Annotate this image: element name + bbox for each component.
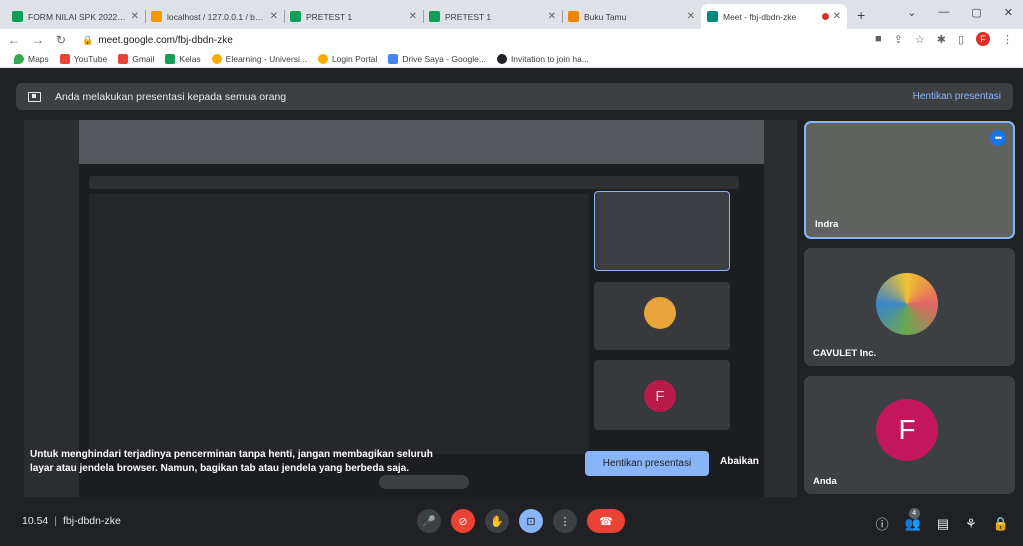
host-controls-icon[interactable]: 🔒 (993, 516, 1009, 532)
ignore-button[interactable]: Abaikan (720, 456, 759, 467)
mirrored-avatar-f: F (644, 380, 676, 412)
sidepanel-icon[interactable]: ▯ (958, 33, 964, 46)
activities-icon[interactable]: ⚘ (965, 516, 977, 532)
participant-avatar-f: F (876, 399, 938, 461)
stop-presenting-link[interactable]: Hentikan presentasi (913, 91, 1001, 102)
mirrored-share (89, 194, 589, 454)
mirroring-notice: Untuk menghindari terjadinya pencerminan… (30, 449, 433, 474)
youtube-icon (59, 54, 70, 64)
new-tab-button[interactable]: + (857, 7, 865, 23)
mirrored-tile-cavulet (594, 282, 730, 350)
drive-icon (388, 54, 399, 64)
mirrored-controls (379, 475, 469, 489)
people-icon[interactable]: 👥 4 (905, 507, 921, 532)
share-icon[interactable]: ⇪ (894, 33, 903, 46)
lock-icon: 🔒 (82, 34, 94, 45)
close-icon[interactable]: ✕ (548, 11, 556, 22)
minimize-icon[interactable]: — (938, 6, 949, 19)
tab-form-nilai[interactable]: FORM NILAI SPK 2022/202 ✕ (6, 4, 145, 29)
mirrored-avatar (644, 297, 676, 329)
bookmark-youtube[interactable]: YouTube (59, 54, 107, 64)
gmail-icon (118, 54, 129, 64)
mirrored-tile-indra (594, 191, 730, 271)
github-icon (496, 54, 507, 64)
present-icon (28, 91, 41, 102)
stop-presenting-button[interactable]: Hentikan presentasi (585, 451, 709, 476)
participant-tile-anda[interactable]: F Anda (804, 376, 1015, 494)
bookmark-maps[interactable]: Maps (14, 54, 49, 64)
shared-screen: F (24, 120, 797, 497)
tab-pretest-1b[interactable]: PRETEST 1 ✕ (423, 4, 562, 29)
microphone-button[interactable]: 🎤 (417, 509, 441, 533)
meet-icon (707, 11, 718, 22)
close-icon[interactable]: ✕ (270, 11, 278, 22)
more-options-icon[interactable]: ••• (990, 130, 1006, 146)
bookmark-gmail[interactable]: Gmail (118, 54, 154, 64)
meet-window: Anda melakukan presentasi kepada semua o… (0, 68, 1023, 546)
maps-icon (14, 54, 24, 64)
mirrored-tile-anda: F (594, 360, 730, 430)
address-bar-row: ← → ↻ 🔒 meet.google.com/fbj-dbdn-zke ■ ⇪ … (0, 29, 1023, 51)
star-icon[interactable]: ☆ (915, 33, 925, 46)
participant-avatar (876, 273, 938, 335)
meeting-info: 10.54 | fbj-dbdn-zke (22, 515, 121, 527)
participant-count-badge: 4 (908, 507, 920, 519)
classroom-icon (290, 11, 301, 22)
tab-search-icon[interactable]: ⌄ (907, 6, 916, 19)
classroom-icon (165, 54, 176, 64)
maximize-icon[interactable]: ▢ (971, 6, 981, 19)
tab-pretest-1[interactable]: PRETEST 1 ✕ (284, 4, 423, 29)
window-controls: ⌄ — ▢ ✕ (907, 6, 1013, 19)
close-icon[interactable]: ✕ (687, 11, 695, 22)
call-controls: 🎤 ⊘ ✋ ⊡ ⋮ ☎ (417, 509, 625, 533)
bookmarks-bar: Maps YouTube Gmail Kelas Elearning - Uni… (0, 51, 1023, 68)
bottom-bar: 10.54 | fbj-dbdn-zke 🎤 ⊘ ✋ ⊡ ⋮ ☎ ⓘ 👥 4 ▤ ⚘ … (0, 498, 1023, 546)
chat-icon[interactable]: ▤ (937, 516, 949, 532)
tab-localhost[interactable]: localhost / 127.0.0.1 / buku ✕ (145, 4, 284, 29)
bookmark-drive[interactable]: Drive Saya - Google... (388, 54, 486, 64)
recording-dot-icon (821, 13, 829, 20)
tab-meet[interactable]: Meet - fbj-dbdn-zke ✕ (701, 4, 847, 29)
university-icon (211, 54, 222, 64)
camera-icon[interactable]: ■ (875, 33, 882, 45)
phpmyadmin-icon (151, 11, 162, 22)
browser-tab-bar: FORM NILAI SPK 2022/202 ✕ localhost / 127… (0, 0, 1023, 29)
raise-hand-button[interactable]: ✋ (485, 509, 509, 533)
close-window-icon[interactable]: ✕ (1004, 6, 1013, 19)
reload-icon[interactable]: ↻ (56, 33, 66, 47)
leave-call-button[interactable]: ☎ (587, 509, 625, 533)
info-icon[interactable]: ⓘ (876, 514, 889, 533)
bookmark-kelas[interactable]: Kelas (165, 54, 201, 64)
more-options-button[interactable]: ⋮ (553, 509, 577, 533)
close-icon[interactable]: ✕ (131, 11, 139, 22)
present-now-button[interactable]: ⊡ (519, 509, 543, 533)
bookmark-github[interactable]: Invitation to join ha... (496, 54, 589, 64)
sheets-icon (12, 11, 23, 22)
menu-icon[interactable]: ⋮ (1002, 33, 1013, 46)
tab-buku-tamu[interactable]: Buku Tamu ✕ (562, 4, 701, 29)
close-icon[interactable]: ✕ (833, 11, 841, 22)
participant-tile-cavulet[interactable]: CAVULET Inc. (804, 248, 1015, 366)
bookmark-login-portal[interactable]: Login Portal (317, 54, 377, 64)
close-icon[interactable]: ✕ (409, 11, 417, 22)
forward-icon[interactable]: → (32, 33, 44, 47)
profile-avatar[interactable]: F (976, 32, 990, 46)
mirrored-banner (89, 176, 739, 189)
participant-tile-indra[interactable]: ••• Indra (804, 121, 1015, 239)
url-field[interactable]: 🔒 meet.google.com/fbj-dbdn-zke (82, 35, 233, 46)
camera-off-button[interactable]: ⊘ (451, 509, 475, 533)
presenting-banner: Anda melakukan presentasi kepada semua o… (16, 83, 1013, 110)
bookmark-elearning[interactable]: Elearning - Universi... (211, 54, 307, 64)
side-controls: ⓘ 👥 4 ▤ ⚘ 🔒 (876, 507, 1009, 533)
slides-icon (568, 11, 579, 22)
mirrored-browser-chrome (79, 120, 764, 164)
university-icon (317, 54, 328, 64)
classroom-icon (429, 11, 440, 22)
back-icon[interactable]: ← (8, 33, 20, 47)
extensions-icon[interactable]: ✱ (937, 33, 946, 46)
